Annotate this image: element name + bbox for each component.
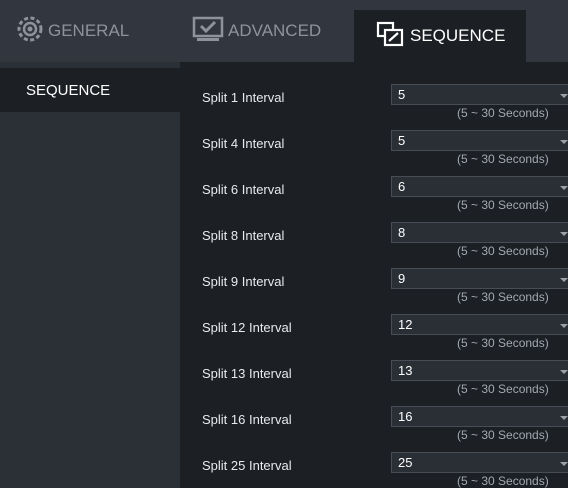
sequence-windows-icon — [376, 20, 406, 53]
dropdown-arrow-icon — [560, 462, 568, 466]
sequence-settings-panel: Split 1 Interval 5 (5 ~ 30 Seconds) Spli… — [180, 62, 568, 488]
monitor-check-icon — [192, 15, 224, 48]
interval-select[interactable]: 9 — [391, 268, 568, 289]
interval-select[interactable]: 8 — [391, 222, 568, 243]
interval-select[interactable]: 5 — [391, 84, 568, 105]
row-label: Split 12 Interval — [202, 320, 292, 335]
setting-row: Split 13 Interval 13 (5 ~ 30 Seconds) — [180, 338, 568, 396]
sidebar: SEQUENCE — [0, 62, 180, 488]
gear-icon — [16, 15, 44, 48]
interval-select[interactable]: 16 — [391, 406, 568, 427]
select-value: 16 — [398, 409, 413, 424]
row-label: Split 6 Interval — [202, 182, 285, 197]
interval-select[interactable]: 25 — [391, 452, 568, 473]
setting-row: Split 16 Interval 16 (5 ~ 30 Seconds) — [180, 384, 568, 442]
sidebar-item-sequence[interactable]: SEQUENCE — [0, 68, 180, 112]
interval-select[interactable]: 12 — [391, 314, 568, 335]
setting-row: Split 6 Interval 6 (5 ~ 30 Seconds) — [180, 154, 568, 212]
dropdown-arrow-icon — [560, 94, 568, 98]
select-value: 8 — [398, 225, 406, 240]
row-label: Split 25 Interval — [202, 458, 292, 473]
row-label: Split 4 Interval — [202, 136, 285, 151]
setting-row: Split 25 Interval 25 (5 ~ 30 Seconds) — [180, 430, 568, 488]
tab-advanced[interactable]: ADVANCED — [192, 0, 352, 62]
dropdown-arrow-icon — [560, 140, 568, 144]
dropdown-arrow-icon — [560, 278, 568, 282]
select-value: 25 — [398, 455, 413, 470]
tab-bar: GENERAL ADVANCED SEQUENCE — [0, 0, 568, 62]
setting-row: Split 4 Interval 5 (5 ~ 30 Seconds) — [180, 108, 568, 166]
row-label: Split 13 Interval — [202, 366, 292, 381]
setting-row: Split 9 Interval 9 (5 ~ 30 Seconds) — [180, 246, 568, 304]
dropdown-arrow-icon — [560, 370, 568, 374]
tab-sequence[interactable]: SEQUENCE — [354, 10, 526, 62]
dropdown-arrow-icon — [560, 232, 568, 236]
tab-sequence-label: SEQUENCE — [410, 26, 506, 45]
setting-row: Split 12 Interval 12 (5 ~ 30 Seconds) — [180, 292, 568, 350]
settings-window: GENERAL ADVANCED SEQUENCE SEQUENCE Split… — [0, 0, 568, 488]
row-label: Split 8 Interval — [202, 228, 285, 243]
row-label: Split 9 Interval — [202, 274, 285, 289]
tab-general-label: GENERAL — [48, 21, 130, 40]
select-value: 13 — [398, 363, 413, 378]
select-value: 5 — [398, 133, 406, 148]
setting-row: Split 8 Interval 8 (5 ~ 30 Seconds) — [180, 200, 568, 258]
select-value: 9 — [398, 271, 406, 286]
setting-row: Split 1 Interval 5 (5 ~ 30 Seconds) — [180, 62, 568, 120]
dropdown-arrow-icon — [560, 324, 568, 328]
dropdown-arrow-icon — [560, 416, 568, 420]
interval-select[interactable]: 6 — [391, 176, 568, 197]
tab-advanced-label: ADVANCED — [228, 21, 322, 40]
select-value: 5 — [398, 87, 406, 102]
select-value: 6 — [398, 179, 406, 194]
row-label: Split 16 Interval — [202, 412, 292, 427]
range-hint: (5 ~ 30 Seconds) — [457, 474, 549, 488]
interval-select[interactable]: 5 — [391, 130, 568, 151]
tab-general[interactable]: GENERAL — [16, 0, 176, 62]
select-value: 12 — [398, 317, 413, 332]
row-label: Split 1 Interval — [202, 90, 285, 105]
interval-select[interactable]: 13 — [391, 360, 568, 381]
dropdown-arrow-icon — [560, 186, 568, 190]
